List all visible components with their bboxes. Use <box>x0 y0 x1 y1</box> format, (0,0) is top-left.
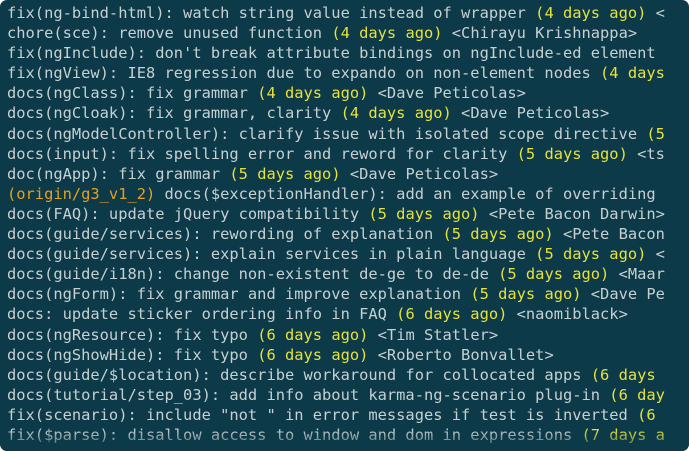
commit-author: <Chirayu Krishnappa> <box>442 24 638 43</box>
log-line: docs(ngModelController): clarify issue w… <box>7 124 689 144</box>
commit-message: docs(input): fix spelling error and rewo… <box>7 144 517 163</box>
log-line: docs(ngCloak): fix grammar, clarity (4 d… <box>7 103 689 123</box>
log-line: docs(ngClass): fix grammar (4 days ago) … <box>7 83 689 103</box>
commit-author: <Dave Pe <box>581 285 665 304</box>
commit-message: docs(guide/services): rewording of expla… <box>7 225 443 244</box>
log-line: fix($parse): disallow access to window a… <box>7 425 689 445</box>
commit-message: doc(ngApp): fix grammar <box>7 164 230 183</box>
log-line: docs(guide/i18n): change non-existent de… <box>7 264 689 284</box>
commit-date: (6 days <box>590 365 656 384</box>
commit-author: <Dave Peticolas> <box>451 104 610 123</box>
commit-message: docs(ngShowHide): fix typo <box>7 345 258 364</box>
commit-date: (6 days ago) <box>257 345 369 364</box>
commit-date: (7 days a <box>581 425 665 444</box>
commit-message: docs(ngCloak): fix grammar, clarity <box>7 104 341 123</box>
log-line: docs(guide/$location): describe workarou… <box>7 365 689 385</box>
commit-author: <Tim Statler> <box>368 325 499 344</box>
commit-date: (4 days ago) <box>535 4 647 22</box>
commit-author: < <box>646 4 665 22</box>
commit-author: <Roberto Bonvallet> <box>368 345 554 364</box>
commit-date: (5 days ago) <box>368 204 480 223</box>
log-line: chore(sce): remove unused function (4 da… <box>7 23 689 43</box>
commit-author: <naomiblack> <box>507 305 628 324</box>
commit-message: docs(ngModelController): clarify issue w… <box>7 124 647 143</box>
commit-date: (5 days ago) <box>535 245 647 264</box>
commit-message: docs(guide/$location): describe workarou… <box>7 365 591 384</box>
commit-date: (5 days ago) <box>229 164 341 183</box>
log-line: docs(ngResource): fix typo (6 days ago) … <box>7 325 689 345</box>
log-line: docs(tutorial/step_03): add info about k… <box>7 385 689 405</box>
commit-message: fix(ngView): IE8 regression due to expan… <box>7 64 601 83</box>
git-log-output: fix(ng-bind-html): watch string value in… <box>7 3 689 445</box>
commit-message: docs(ngResource): fix typo <box>7 325 258 344</box>
commit-date: (6 days ago) <box>396 305 508 324</box>
commit-author: < <box>646 245 665 264</box>
commit-date: (6 <box>637 405 656 424</box>
log-line: fix(scenario): include "not " in error m… <box>7 405 689 425</box>
log-line: (origin/g3_v1_2) docs($exceptionHandler)… <box>7 184 689 204</box>
log-line: docs(guide/services): rewording of expla… <box>7 224 689 244</box>
commit-date: (4 days <box>600 64 665 83</box>
log-line: docs(input): fix spelling error and rewo… <box>7 144 689 164</box>
commit-author: <Dave Peticolas> <box>340 164 499 183</box>
commit-author: <Pete Bacon Darwin> <box>479 204 665 223</box>
commit-message: docs: update sticker ordering info in FA… <box>7 305 397 324</box>
commit-author: <Dave Peticolas> <box>368 84 526 103</box>
log-line: doc(ngApp): fix grammar (5 days ago) <Da… <box>7 164 689 184</box>
commit-date: (4 days ago) <box>257 84 369 103</box>
commit-message: docs(tutorial/step_03): add info about k… <box>7 385 610 404</box>
commit-author: <Pete Bacon <box>553 225 665 244</box>
commit-message: docs(guide/i18n): change non-existent de… <box>7 265 499 284</box>
commit-author: <Maar <box>609 265 665 284</box>
commit-message: docs(guide/services): explain services i… <box>7 245 536 264</box>
log-line: docs(ngForm): fix grammar and improve ex… <box>7 284 689 304</box>
commit-message: fix(scenario): include "not " in error m… <box>7 405 638 424</box>
log-line: fix(ngInclude): don't break attribute bi… <box>7 43 689 63</box>
commit-message: docs($exceptionHandler): add an example … <box>155 184 656 203</box>
commit-message: chore(sce): remove unused function <box>7 24 332 43</box>
commit-date: (4 days ago) <box>331 24 443 43</box>
log-line: fix(ng-bind-html): watch string value in… <box>7 3 689 23</box>
commit-date: (5 <box>646 124 665 143</box>
commit-date: (6 day <box>609 385 665 404</box>
commit-date: (5 days ago) <box>516 144 628 163</box>
commit-date: (5 days ago) <box>470 285 582 304</box>
commit-date: (4 days ago) <box>340 104 452 123</box>
commit-author: <ts <box>627 144 665 163</box>
log-line: docs(FAQ): update jQuery compatibility (… <box>7 204 689 224</box>
commit-message: docs(ngClass): fix grammar <box>7 84 258 103</box>
log-line: docs: update sticker ordering info in FA… <box>7 304 689 324</box>
commit-message: fix($parse): disallow access to window a… <box>7 425 582 444</box>
commit-message: docs(ngForm): fix grammar and improve ex… <box>7 285 471 304</box>
commit-date: (6 days ago) <box>257 325 369 344</box>
commit-message: fix(ngInclude): don't break attribute bi… <box>7 44 656 63</box>
branch-ref: (origin/g3_v1_2) <box>7 184 156 203</box>
commit-message: fix(ng-bind-html): watch string value in… <box>7 4 536 22</box>
log-line: fix(ngView): IE8 regression due to expan… <box>7 63 689 83</box>
commit-message: docs(FAQ): update jQuery compatibility <box>7 204 369 223</box>
log-line: docs(guide/services): explain services i… <box>7 244 689 264</box>
log-line: docs(ngShowHide): fix typo (6 days ago) … <box>7 345 689 365</box>
commit-date: (5 days ago) <box>498 265 610 284</box>
commit-date: (5 days ago) <box>442 225 554 244</box>
terminal-window: fix(ng-bind-html): watch string value in… <box>0 0 689 451</box>
